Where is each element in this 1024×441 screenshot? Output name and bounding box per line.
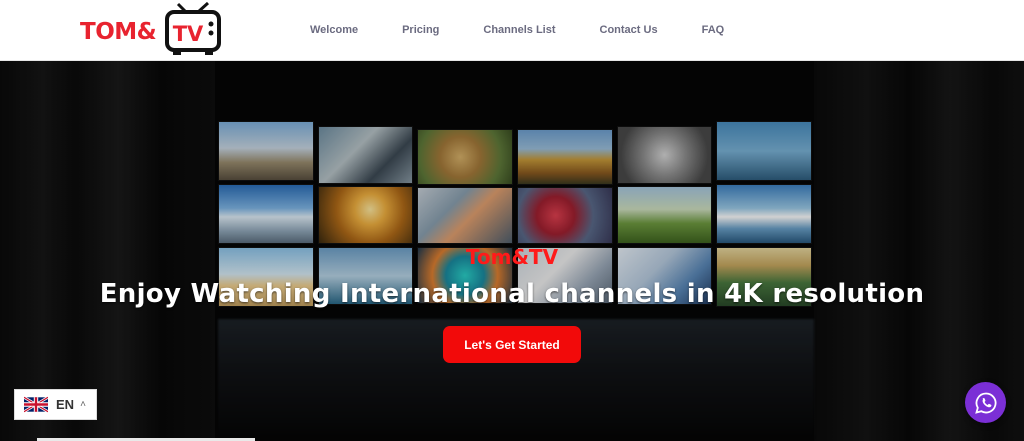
logo-tv-text: TV bbox=[173, 22, 204, 46]
get-started-button[interactable]: Let's Get Started bbox=[443, 326, 581, 363]
tv-icon: TV bbox=[165, 2, 221, 55]
nav-contact-us[interactable]: Contact Us bbox=[600, 24, 658, 36]
hero-headline: Enjoy Watching International channels in… bbox=[99, 279, 925, 309]
hero-brand: Tom&TV bbox=[465, 245, 559, 269]
whatsapp-chat-button[interactable] bbox=[965, 382, 1006, 423]
nav-channels-list[interactable]: Channels List bbox=[483, 24, 555, 36]
uk-flag-icon bbox=[24, 396, 48, 413]
chevron-up-icon: ˄ bbox=[80, 399, 86, 410]
language-switcher[interactable]: EN ˄ bbox=[14, 389, 97, 420]
main-nav: Welcome Pricing Channels List Contact Us… bbox=[310, 24, 768, 36]
nav-welcome[interactable]: Welcome bbox=[310, 24, 358, 36]
whatsapp-icon bbox=[974, 392, 996, 414]
logo-text: TOM& bbox=[80, 19, 157, 45]
hero-section: Tom&TV Enjoy Watching International chan… bbox=[0, 61, 1024, 441]
nav-pricing[interactable]: Pricing bbox=[402, 24, 439, 36]
site-logo[interactable]: TOM& TV bbox=[80, 2, 225, 58]
page: TOM& TV Welcome Pricing Channels List Co… bbox=[0, 0, 1024, 441]
nav-faq[interactable]: FAQ bbox=[702, 24, 725, 36]
language-code: EN bbox=[56, 397, 75, 412]
site-header: TOM& TV Welcome Pricing Channels List Co… bbox=[0, 0, 1024, 61]
